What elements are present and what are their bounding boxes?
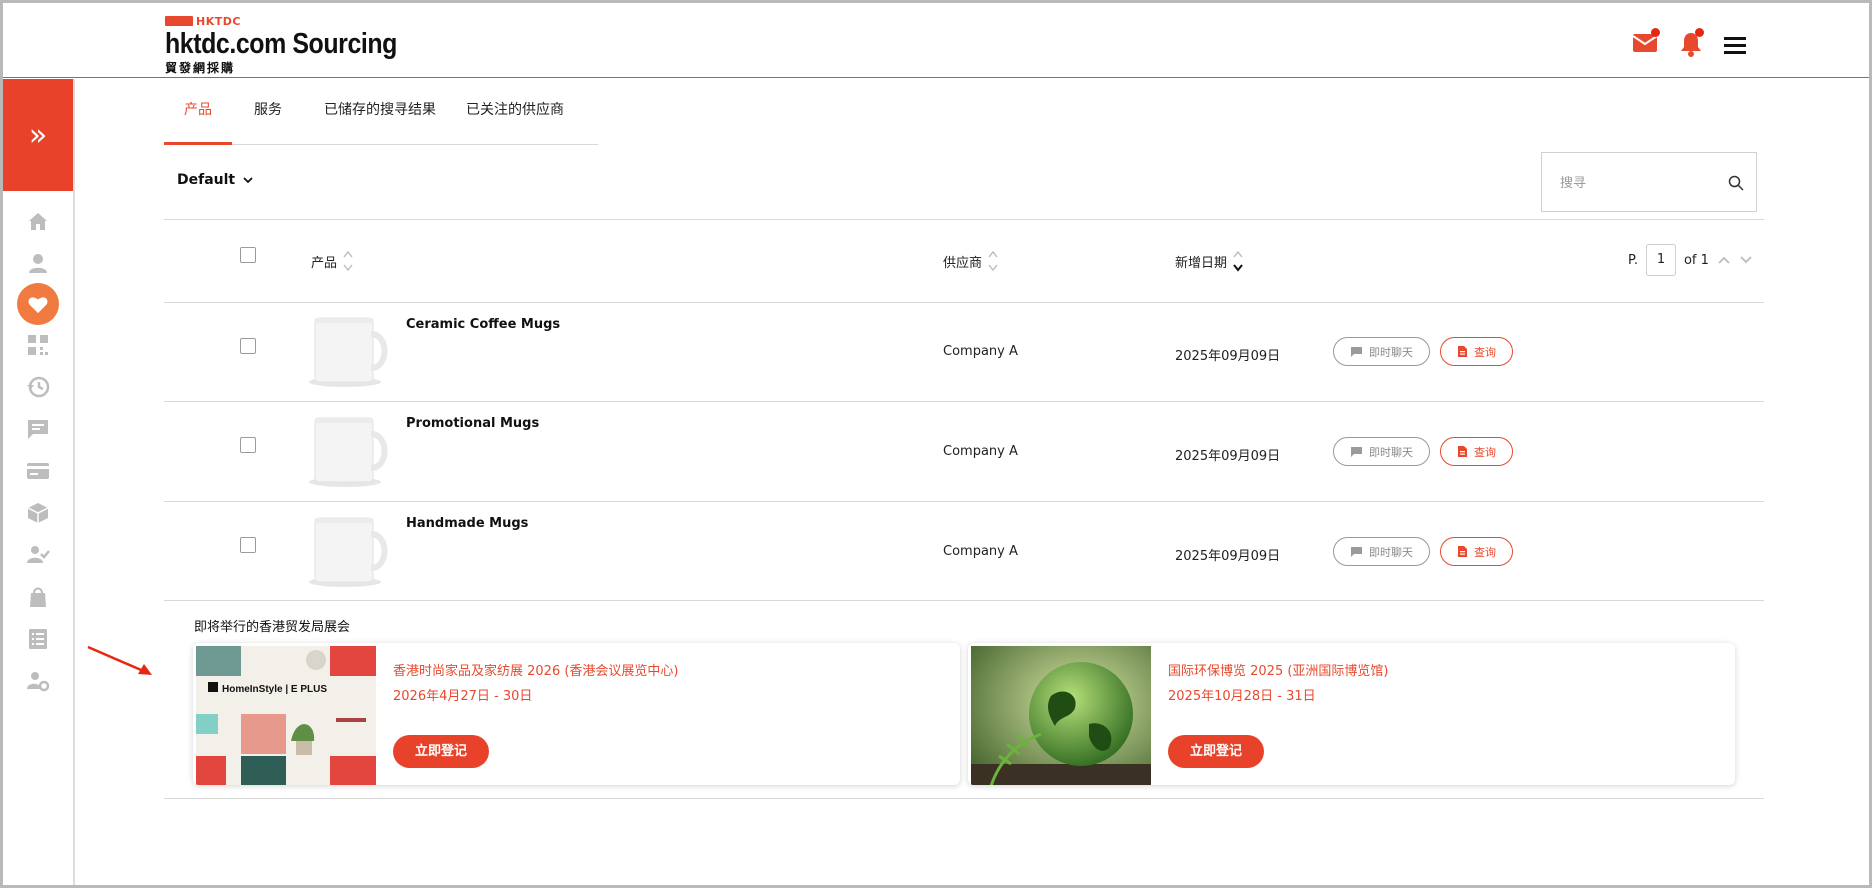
bag-icon[interactable] <box>26 585 50 609</box>
user-settings-icon[interactable] <box>26 669 50 693</box>
menu-icon[interactable] <box>1723 35 1753 65</box>
row-checkbox[interactable] <box>240 537 256 553</box>
document-icon <box>1458 346 1467 357</box>
chat-icon[interactable] <box>26 417 50 441</box>
sort-icon <box>1233 250 1243 272</box>
live-chat-button[interactable]: 即时聊天 <box>1333 437 1430 466</box>
mail-icon[interactable] <box>1632 28 1662 61</box>
tab-services[interactable]: 服务 <box>234 90 302 145</box>
sort-dropdown[interactable]: Default <box>177 172 253 188</box>
select-all-checkbox[interactable] <box>240 247 256 263</box>
page-prefix: P. <box>1628 252 1638 268</box>
register-button[interactable]: 立即登记 <box>393 735 489 768</box>
search-icon[interactable] <box>1728 175 1744 191</box>
logo-subname: 貿發網採購 <box>165 61 236 75</box>
home-icon[interactable] <box>26 209 50 233</box>
live-chat-button[interactable]: 即时聊天 <box>1333 537 1430 566</box>
event-image[interactable] <box>971 646 1151 785</box>
mail-badge <box>1651 28 1660 37</box>
sidebar: » <box>3 79 75 885</box>
column-header-date[interactable]: 新增日期 <box>1175 250 1243 272</box>
product-name[interactable]: Handmade Mugs <box>406 516 528 531</box>
events-section-title: 即将举行的香港贸发局展会 <box>194 620 351 635</box>
search-input[interactable] <box>1560 171 1710 195</box>
user-icon[interactable] <box>26 251 50 275</box>
product-name[interactable]: Ceramic Coffee Mugs <box>406 317 560 332</box>
tab-products[interactable]: 产品 <box>164 90 232 145</box>
sort-icon <box>988 250 998 272</box>
annotation-arrow <box>87 645 152 675</box>
event-date: 2026年4月27日 - 30日 <box>393 689 533 704</box>
page-down-icon[interactable] <box>1739 255 1753 265</box>
supplier-name[interactable]: Company A <box>943 544 1018 559</box>
register-button[interactable]: 立即登记 <box>1168 735 1264 768</box>
page-up-icon[interactable] <box>1717 255 1731 265</box>
column-header-product[interactable]: 产品 <box>311 250 353 272</box>
search-box <box>1541 152 1757 212</box>
double-chevron-right-icon: » <box>28 117 48 153</box>
sort-icon <box>343 250 353 272</box>
divider <box>164 798 1764 799</box>
row-checkbox[interactable] <box>240 338 256 354</box>
event-title[interactable]: 国际环保博览 2025 (亚洲国际博览馆) <box>1168 660 1389 679</box>
homeinstyle-logo: HomeInStyle | E PLUS <box>222 684 327 695</box>
tab-followed-suppliers[interactable]: 已关注的供应商 <box>446 90 584 145</box>
card-icon[interactable] <box>26 459 50 483</box>
divider <box>164 219 1764 220</box>
sort-dropdown-label: Default <box>177 172 236 188</box>
chat-bubble-icon <box>1351 346 1362 357</box>
event-title[interactable]: 香港时尚家品及家纺展 2026 (香港会议展览中心) <box>393 660 679 679</box>
product-name[interactable]: Promotional Mugs <box>406 416 539 431</box>
divider <box>164 501 1764 502</box>
row-checkbox[interactable] <box>240 437 256 453</box>
top-header: HKTDC hktdc.com Sourcing 貿發網採購 <box>3 3 1869 78</box>
inquiry-button[interactable]: 查询 <box>1440 337 1513 366</box>
added-date: 2025年09月09日 <box>1175 349 1281 364</box>
tab-saved-searches[interactable]: 已储存的搜寻结果 <box>304 90 456 145</box>
inquiry-button[interactable]: 查询 <box>1440 537 1513 566</box>
added-date: 2025年09月09日 <box>1175 549 1281 564</box>
supplier-name[interactable]: Company A <box>943 444 1018 459</box>
divider <box>164 401 1764 402</box>
document-icon <box>1458 446 1467 457</box>
mug-image[interactable] <box>303 310 393 390</box>
logo-flag <box>165 16 193 26</box>
user-check-icon[interactable] <box>26 543 50 567</box>
mug-image[interactable] <box>303 410 393 490</box>
bell-badge <box>1695 28 1704 37</box>
sidebar-expand-button[interactable]: » <box>3 79 73 191</box>
bell-icon[interactable] <box>1679 28 1709 61</box>
logo-name: hktdc.com Sourcing <box>165 28 397 60</box>
page-number-input[interactable]: 1 <box>1645 244 1676 276</box>
chat-bubble-icon <box>1351 546 1362 557</box>
event-image[interactable]: HomeInStyle | E PLUS <box>196 646 376 785</box>
history-icon[interactable] <box>26 375 50 399</box>
mug-image[interactable] <box>303 510 393 590</box>
pagination: P. 1 of 1 <box>1628 244 1753 276</box>
added-date: 2025年09月09日 <box>1175 449 1281 464</box>
list-icon[interactable] <box>26 627 50 651</box>
qr-icon[interactable] <box>26 333 50 357</box>
chevron-down-icon <box>243 176 253 183</box>
event-card[interactable]: HomeInStyle | E PLUS 香港时尚家品及家纺展 2026 (香港… <box>193 643 960 785</box>
column-header-supplier[interactable]: 供应商 <box>943 250 998 272</box>
logo-abbr: HKTDC <box>196 14 241 28</box>
live-chat-button[interactable]: 即时聊天 <box>1333 337 1430 366</box>
divider <box>164 600 1764 601</box>
box-icon[interactable] <box>26 501 50 525</box>
tab-bar: 产品 服务 已储存的搜寻结果 已关注的供应商 <box>164 90 598 145</box>
supplier-name[interactable]: Company A <box>943 344 1018 359</box>
page-total: of 1 <box>1683 252 1709 268</box>
heart-icon[interactable] <box>17 283 59 325</box>
inquiry-button[interactable]: 查询 <box>1440 437 1513 466</box>
event-card[interactable]: 国际环保博览 2025 (亚洲国际博览馆) 2025年10月28日 - 31日 … <box>968 643 1735 785</box>
chat-bubble-icon <box>1351 446 1362 457</box>
event-date: 2025年10月28日 - 31日 <box>1168 689 1316 704</box>
hktdc-logo[interactable]: HKTDC hktdc.com Sourcing 貿發網採購 <box>165 14 397 77</box>
document-icon <box>1458 546 1467 557</box>
divider <box>164 302 1764 303</box>
